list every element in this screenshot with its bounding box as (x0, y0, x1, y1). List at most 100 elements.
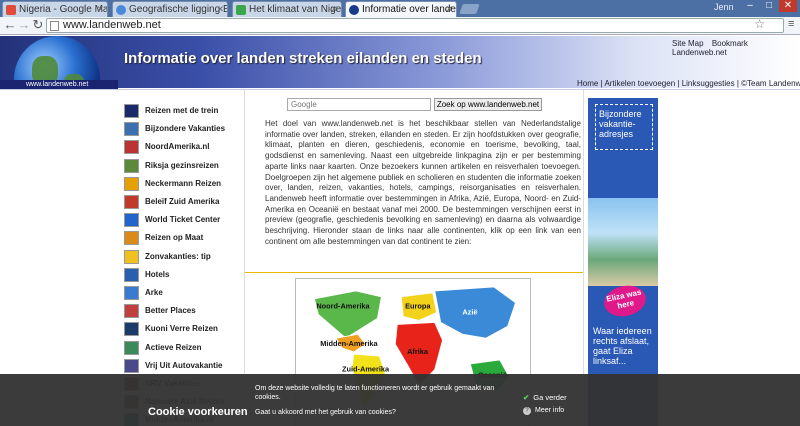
minimize-icon[interactable]: – (741, 0, 759, 12)
maximize-icon[interactable]: □ (760, 0, 778, 12)
sidebar-item-label: Reizen op Maat (145, 233, 204, 243)
tab-title: Nigeria - Google Maps (19, 4, 108, 15)
arke-icon (124, 286, 139, 300)
nav-artikelen-toevoegen[interactable]: Artikelen toevoegen (604, 79, 675, 88)
map-icon (124, 231, 139, 246)
site-icon (236, 5, 246, 15)
close-tab-icon[interactable]: ✕ (216, 2, 224, 17)
sidebar-item-label: Hotels (145, 269, 170, 279)
sidebar-item[interactable]: World Ticket Center (124, 212, 242, 228)
tab-landenweb[interactable]: Informatie over landen stre ✕ (345, 1, 457, 17)
hotel-icon (124, 267, 139, 282)
search-button[interactable]: Zoek op www.landenweb.net (434, 98, 542, 111)
flag-icon (124, 140, 139, 155)
forward-icon[interactable]: → (17, 18, 31, 32)
sidebar-item-label: Actieve Reizen (145, 342, 202, 352)
sidebar-item[interactable]: Arke (124, 285, 242, 301)
back-icon[interactable]: ← (3, 18, 17, 32)
sidebar-item[interactable]: Vrij Uit Autovakantie (124, 358, 242, 374)
reload-icon[interactable]: ↻ (31, 18, 45, 32)
sidebar-item[interactable]: NoordAmerika.nl (124, 139, 242, 155)
nav-team[interactable]: ©Team Landenweb (741, 79, 800, 88)
close-window-icon[interactable]: ✕ (779, 0, 797, 12)
sidebar-item[interactable]: Reizen op Maat (124, 230, 242, 246)
active-icon (124, 340, 139, 355)
browser-tab-strip: Nigeria - Google Maps ✕ Geografische lig… (0, 0, 800, 17)
site-title: Informatie over landen streken eilanden … (124, 50, 482, 67)
close-tab-icon[interactable]: ✕ (445, 2, 453, 17)
sidebar-item[interactable]: Hotels (124, 267, 242, 283)
nav-home[interactable]: Home (577, 79, 598, 88)
sidebar-item[interactable]: Bijzondere Vakanties (124, 121, 242, 137)
google-search-input[interactable] (287, 98, 431, 111)
cookie-message: Om deze website volledig te laten functi… (255, 385, 495, 401)
cookie-accept-label: Ga verder (533, 393, 567, 402)
continent-label[interactable]: Midden-Amerika (320, 339, 378, 348)
cookie-accept-button[interactable]: ✔ Ga verder (523, 393, 567, 402)
info-icon: ? (523, 407, 531, 415)
bookmark-star-icon[interactable]: ☆ (754, 18, 765, 31)
sidebar-item-label: Kuoni Verre Reizen (145, 324, 218, 334)
address-text: www.landenweb.net (63, 19, 161, 31)
tab-google-maps[interactable]: Nigeria - Google Maps ✕ (2, 1, 108, 17)
sidebar-item-label: Better Places (145, 306, 196, 316)
kuoni-icon (124, 322, 139, 337)
ticket-icon (124, 213, 139, 228)
sidebar-item[interactable]: Kuoni Verre Reizen (124, 321, 242, 337)
site-map-link[interactable]: Site Map (672, 39, 704, 48)
sidebar-item[interactable]: Reizen met de trein (124, 103, 242, 119)
cookie-title: Cookie voorkeuren (148, 406, 248, 418)
tab-title: Geografische ligging Editi (129, 4, 227, 15)
sidebar-item[interactable]: Neckermann Reizen (124, 176, 242, 192)
vacation-icon (124, 122, 139, 137)
top-links: Site Map Bookmark Landenweb.net (672, 39, 800, 57)
sidebar-item-label: Neckermann Reizen (145, 178, 222, 188)
train-icon (124, 104, 139, 118)
main-nav: Home | Artikelen toevoegen | Linksuggest… (577, 79, 800, 88)
ad-tagline: Waar iedereen rechts afslaat, gaat Eliza… (593, 326, 652, 366)
close-tab-icon[interactable]: ✕ (330, 2, 338, 17)
checkmark-icon: ✔ (523, 393, 530, 402)
sidebar-item[interactable]: Actieve Reizen (124, 340, 242, 356)
sidebar-item-label: Vrij Uit Autovakantie (145, 360, 223, 370)
eliza-logo[interactable]: Eliza was here (601, 281, 649, 321)
close-tab-icon[interactable]: ✕ (96, 2, 104, 17)
tab-title: Informatie over landen stre (362, 4, 456, 15)
menu-wrench-icon[interactable]: ≡ (788, 18, 794, 30)
nav-linksuggesties[interactable]: Linksuggesties (682, 79, 735, 88)
sidebar-item-label: Beleïf Zuid Amerika (145, 197, 220, 206)
continent-label[interactable]: Azië (462, 308, 477, 317)
continent-noord-amerika-shape[interactable] (313, 290, 383, 339)
intro-text: Het doel van www.landenweb.net is het be… (265, 119, 581, 246)
sidebar-item[interactable]: Zonvakanties: tip (124, 249, 242, 265)
profile-name[interactable]: Jenn (714, 2, 734, 12)
continent-label[interactable]: Noord-Amerika (316, 302, 370, 311)
neckermann-icon (124, 176, 139, 191)
tab-geografische-ligging[interactable]: Geografische ligging Editi ✕ (112, 1, 228, 17)
sidebar-item-label: Arke (145, 288, 163, 297)
sidebar-item-label: NoordAmerika.nl (145, 142, 210, 152)
continent-label[interactable]: Zuid-Amerika (342, 365, 390, 374)
sidebar-item-label: World Ticket Center (145, 215, 221, 225)
places-icon (124, 304, 139, 319)
browser-toolbar: ← → ↻ www.landenweb.net ☆ (0, 17, 800, 35)
globe-icon (349, 5, 359, 15)
cookie-more-label: Meer info (535, 407, 565, 414)
web-page: Informatie over landen streken eilanden … (0, 36, 800, 426)
new-tab-button[interactable] (459, 4, 480, 14)
continent-label[interactable]: Afrika (407, 347, 429, 356)
continent-label[interactable]: Europa (405, 302, 431, 311)
sidebar-item[interactable]: Riksja gezinsreizen (124, 158, 242, 174)
tab-title: Het klimaat van Nigeria (249, 4, 342, 15)
flag-icon (124, 195, 139, 209)
divider (245, 272, 583, 273)
cookie-question: Gaat u akkoord met het gebruik van cooki… (255, 409, 396, 416)
sidebar-item-label: Bijzondere Vakanties (145, 124, 226, 134)
sidebar-item[interactable]: Beleïf Zuid Amerika (124, 194, 242, 210)
sidebar-item[interactable]: Better Places (124, 303, 242, 319)
sidebar-item-label: Reizen met de trein (145, 106, 219, 115)
cookie-more-info-link[interactable]: ? Meer info (523, 407, 564, 415)
ad-headline[interactable]: Bijzondere vakantie-adresjes (595, 104, 653, 150)
tab-klimaat-nigeria[interactable]: Het klimaat van Nigeria ✕ (232, 1, 342, 17)
address-bar[interactable]: www.landenweb.net ☆ (46, 18, 784, 33)
